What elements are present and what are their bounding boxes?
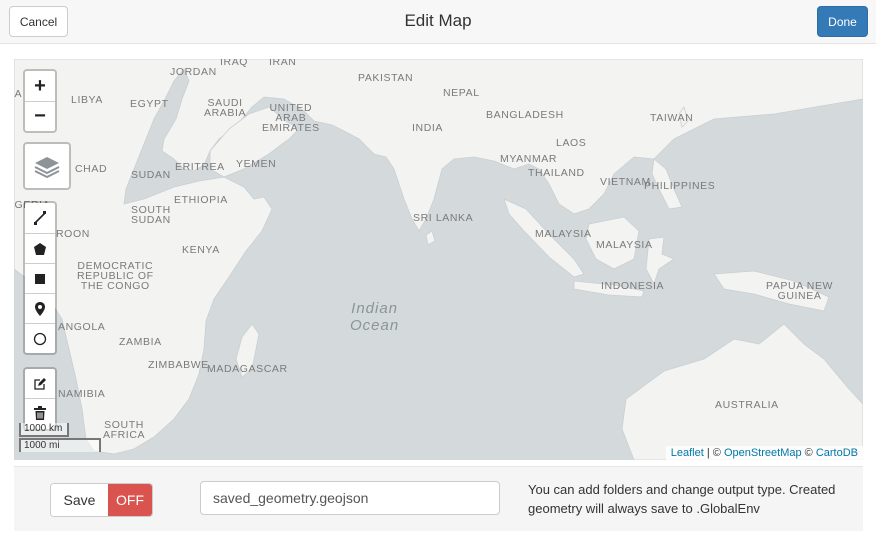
- map-label-myanmar: MYANMAR: [500, 153, 558, 165]
- edit-layers-button[interactable]: [25, 369, 55, 398]
- draw-polygon-button[interactable]: [25, 233, 55, 263]
- edit-toolbar: [23, 367, 57, 431]
- map-label-indonesia: INDONESIA: [601, 280, 665, 292]
- done-button[interactable]: Done: [817, 6, 868, 37]
- map-label-south-sudan: SOUTH SUDAN: [131, 204, 171, 226]
- map-label-libya: LIBYA: [71, 94, 103, 106]
- edit-icon: [34, 377, 46, 390]
- map-label-taiwan: TAIWAN: [650, 112, 694, 124]
- openstreetmap-link[interactable]: OpenStreetMap: [724, 447, 802, 459]
- map-label-zambia: ZAMBIA: [119, 336, 162, 348]
- leaflet-link[interactable]: Leaflet: [671, 447, 704, 459]
- attribution-separator: | ©: [703, 447, 724, 459]
- draw-marker-button[interactable]: [25, 293, 55, 323]
- map-attribution: Leaflet | © OpenStreetMap © CartoDB: [665, 446, 863, 460]
- save-toggle-state[interactable]: OFF: [108, 484, 152, 516]
- map-label-papua-new-guinea: PAPUA NEW GUINEA: [766, 280, 834, 302]
- map-label-thailand: THAILAND: [528, 167, 585, 179]
- map-label-malaysia-west: MALAYSIA: [535, 228, 592, 240]
- trash-icon: [34, 406, 46, 420]
- draw-toolbar: [23, 201, 57, 355]
- map-label-drc: DEMOCRATIC REPUBLIC OF THE CONGO: [77, 260, 154, 292]
- zoom-in-button[interactable]: +: [25, 71, 55, 101]
- map-label-chad: CHAD: [75, 163, 108, 175]
- map-label-sudan: SUDAN: [131, 169, 171, 181]
- map-label-uae: UNITED ARAB EMIRATES: [262, 102, 320, 134]
- map-label-yemen: YEMEN: [236, 158, 277, 170]
- header-bar: Cancel Edit Map Done: [0, 0, 876, 44]
- map-label-egypt: EGYPT: [130, 98, 169, 110]
- attribution-separator: ©: [801, 447, 816, 459]
- map-label-madagascar: MADAGASCAR: [207, 363, 288, 375]
- filename-input[interactable]: [200, 481, 500, 515]
- polygon-icon: [34, 242, 46, 255]
- map-label-angola: ANGOLA: [58, 321, 106, 333]
- map-label-zimbabwe: ZIMBABWE: [148, 359, 209, 371]
- map-label-ethiopia: ETHIOPIA: [174, 194, 228, 206]
- map-label-nepal: NEPAL: [443, 87, 480, 99]
- map-canvas[interactable]: IA JORDAN IRAQ IRAN PAKISTAN LIBYA EGYPT…: [14, 59, 863, 460]
- map-label-australia: AUSTRALIA: [715, 399, 779, 411]
- map-label-algeria: IA: [14, 88, 23, 100]
- layers-button[interactable]: [23, 142, 71, 190]
- circle-icon: [33, 332, 47, 345]
- draw-rectangle-button[interactable]: [25, 263, 55, 293]
- page-title: Edit Map: [404, 11, 472, 30]
- rectangle-icon: [35, 273, 45, 284]
- map-label-cameroon: ROON: [56, 228, 90, 240]
- map-label-namibia: NAMIBIA: [58, 388, 106, 400]
- save-toggle-label: Save: [51, 484, 108, 516]
- footer-panel: Save OFF You can add folders and change …: [14, 466, 863, 531]
- map-label-iraq: IRAQ: [220, 59, 249, 68]
- marker-icon: [35, 301, 45, 316]
- map-label-iran: IRAN: [269, 59, 297, 68]
- map-label-bangladesh: BANGLADESH: [486, 109, 564, 121]
- map-label-kenya: KENYA: [182, 244, 220, 256]
- draw-polyline-button[interactable]: [25, 203, 55, 233]
- map-label-south-africa: SOUTH AFRICA: [103, 419, 146, 441]
- scale-bar-mi: 1000 mi: [19, 438, 101, 452]
- map-label-india: INDIA: [412, 122, 444, 134]
- layers-icon: [34, 157, 60, 179]
- scale-bar-km: 1000 km: [19, 423, 69, 437]
- map-label-laos: LAOS: [556, 137, 587, 149]
- map-label-indian-ocean: Indian Ocean: [350, 300, 400, 334]
- save-toggle[interactable]: Save OFF: [50, 483, 153, 517]
- map-label-pakistan: PAKISTAN: [358, 72, 414, 84]
- map-label-sri-lanka: SRI LANKA: [413, 212, 474, 224]
- map-label-philippines: PHILIPPINES: [644, 180, 716, 192]
- zoom-control: + −: [23, 69, 57, 133]
- draw-circle-button[interactable]: [25, 323, 55, 353]
- cartodb-link[interactable]: CartoDB: [816, 447, 858, 459]
- map-label-jordan: JORDAN: [170, 66, 217, 78]
- map-label-eritrea: ERITREA: [175, 161, 225, 173]
- polyline-icon: [34, 211, 46, 225]
- zoom-out-button[interactable]: −: [25, 101, 55, 131]
- map-label-malaysia-east: MALAYSIA: [596, 239, 653, 251]
- map-label-saudi-arabia: SAUDI ARABIA: [204, 97, 247, 119]
- help-text: You can add folders and change output ty…: [528, 482, 836, 516]
